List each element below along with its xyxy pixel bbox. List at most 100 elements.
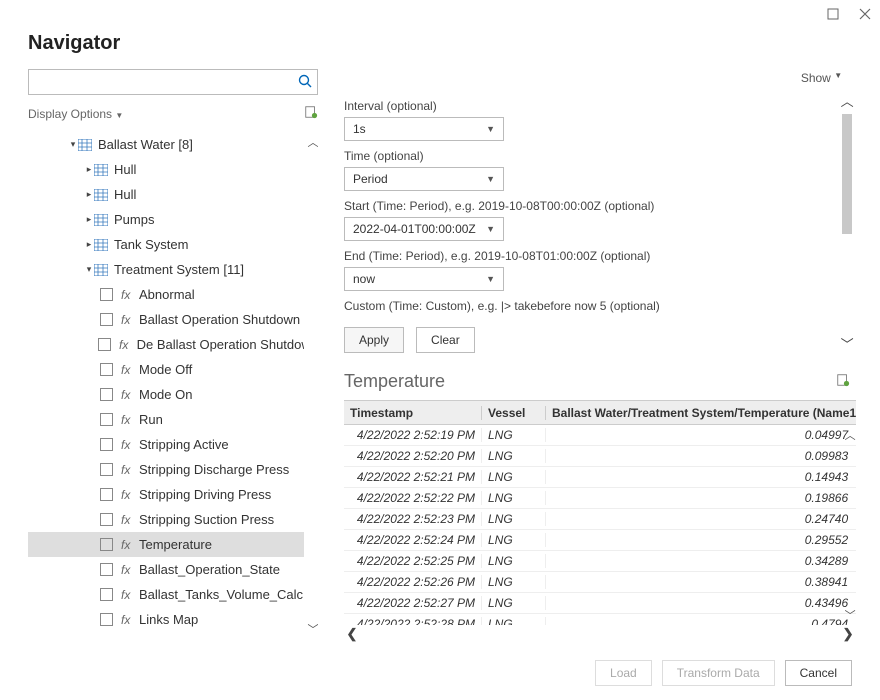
checkbox[interactable] bbox=[100, 513, 113, 526]
tree-leaf-abnormal[interactable]: fxAbnormal bbox=[28, 282, 318, 307]
fx-icon: fx bbox=[121, 538, 139, 552]
scroll-down-icon[interactable]: ﹀ bbox=[841, 334, 854, 353]
table-row[interactable]: 4/22/2022 2:52:21 PMLNG0.14943 bbox=[344, 467, 856, 488]
checkbox[interactable] bbox=[100, 538, 113, 551]
chevron-down-icon: ▼ bbox=[486, 174, 495, 184]
table-row[interactable]: 4/22/2022 2:52:19 PMLNG0.04997 bbox=[344, 425, 856, 446]
fx-icon: fx bbox=[121, 438, 139, 452]
checkbox[interactable] bbox=[100, 363, 113, 376]
refresh-icon[interactable] bbox=[836, 371, 850, 392]
fx-icon: fx bbox=[121, 288, 139, 302]
scroll-up-icon[interactable]: ︿ bbox=[308, 132, 319, 152]
fx-icon: fx bbox=[121, 313, 139, 327]
scroll-up-icon[interactable]: ︿ bbox=[845, 427, 856, 443]
tree-node-pumps[interactable]: ▸Pumps bbox=[28, 207, 318, 232]
grid-vertical-scrollbar[interactable]: ︿ ﹀ bbox=[842, 427, 858, 623]
tree-leaf-stripping-active[interactable]: fxStripping Active bbox=[28, 432, 318, 457]
table-row[interactable]: 4/22/2022 2:52:23 PMLNG0.24740 bbox=[344, 509, 856, 530]
grid-horizontal-scrollbar[interactable]: ❮ ❯ bbox=[344, 625, 856, 643]
table-row[interactable]: 4/22/2022 2:52:28 PMLNG0.4794 bbox=[344, 614, 856, 625]
time-combo[interactable]: Period▼ bbox=[344, 167, 504, 191]
scroll-down-icon[interactable]: ﹀ bbox=[308, 619, 319, 639]
time-label: Time (optional) bbox=[344, 149, 838, 163]
checkbox[interactable] bbox=[100, 613, 113, 626]
refresh-icon[interactable] bbox=[304, 105, 318, 122]
end-label: End (Time: Period), e.g. 2019-10-08T01:0… bbox=[344, 249, 838, 263]
clear-button[interactable]: Clear bbox=[416, 327, 475, 353]
tree-node-ballast-water[interactable]: ▾Ballast Water [8] bbox=[28, 132, 318, 157]
fx-icon: fx bbox=[121, 388, 139, 402]
page-title: Navigator bbox=[0, 28, 880, 69]
display-options-dropdown[interactable]: Display Options ▼ bbox=[28, 107, 123, 121]
chevron-down-icon: ▼ bbox=[486, 224, 495, 234]
fx-icon: fx bbox=[121, 413, 139, 427]
scroll-left-icon[interactable]: ❮ bbox=[344, 626, 360, 642]
table-row[interactable]: 4/22/2022 2:52:20 PMLNG0.09983 bbox=[344, 446, 856, 467]
checkbox[interactable] bbox=[100, 313, 113, 326]
column-header-value[interactable]: Ballast Water/Treatment System/Temperatu… bbox=[546, 406, 856, 420]
checkbox[interactable] bbox=[100, 413, 113, 426]
tree-leaf-ballast-op-shutdown[interactable]: fxBallast Operation Shutdown bbox=[28, 307, 318, 332]
tree-leaf-links-map[interactable]: fxLinks Map bbox=[28, 607, 318, 632]
column-header-timestamp[interactable]: Timestamp bbox=[344, 406, 482, 420]
tree-leaf-run[interactable]: fxRun bbox=[28, 407, 318, 432]
checkbox[interactable] bbox=[100, 463, 113, 476]
tree-leaf-ballast-op-state[interactable]: fxBallast_Operation_State bbox=[28, 557, 318, 582]
column-header-vessel[interactable]: Vessel bbox=[482, 406, 546, 420]
cancel-button[interactable]: Cancel bbox=[785, 660, 852, 686]
maximize-icon[interactable] bbox=[826, 7, 840, 21]
close-icon[interactable] bbox=[858, 7, 872, 21]
interval-combo[interactable]: 1s▼ bbox=[344, 117, 504, 141]
form-scrollbar[interactable]: ︿ ﹀ bbox=[838, 91, 856, 353]
chevron-down-icon: ▼ bbox=[486, 124, 495, 134]
table-icon bbox=[94, 164, 108, 176]
apply-button[interactable]: Apply bbox=[344, 327, 404, 353]
scroll-up-icon[interactable]: ︿ bbox=[841, 91, 854, 110]
show-dropdown[interactable]: Show ▼ bbox=[344, 69, 856, 91]
table-icon bbox=[94, 214, 108, 226]
fx-icon: fx bbox=[121, 588, 139, 602]
tree-leaf-de-ballast-op-shutdown[interactable]: fxDe Ballast Operation Shutdown bbox=[28, 332, 318, 357]
checkbox[interactable] bbox=[98, 338, 111, 351]
tree-node-hull2[interactable]: ▸Hull bbox=[28, 182, 318, 207]
checkbox[interactable] bbox=[100, 588, 113, 601]
start-label: Start (Time: Period), e.g. 2019-10-08T00… bbox=[344, 199, 838, 213]
checkbox[interactable] bbox=[100, 488, 113, 501]
tree-view[interactable]: ▾Ballast Water [8] ▸Hull ▸Hull ▸Pumps ▸T… bbox=[28, 132, 318, 639]
tree-leaf-mode-on[interactable]: fxMode On bbox=[28, 382, 318, 407]
data-grid[interactable]: Timestamp Vessel Ballast Water/Treatment… bbox=[344, 400, 856, 643]
scroll-down-icon[interactable]: ﹀ bbox=[845, 607, 856, 623]
tree-node-treatment-system[interactable]: ▾Treatment System [11] bbox=[28, 257, 318, 282]
tree-leaf-ballast-tanks-vol[interactable]: fxBallast_Tanks_Volume_Calc bbox=[28, 582, 318, 607]
tree-node-tank-system[interactable]: ▸Tank System bbox=[28, 232, 318, 257]
checkbox[interactable] bbox=[100, 288, 113, 301]
table-row[interactable]: 4/22/2022 2:52:24 PMLNG0.29552 bbox=[344, 530, 856, 551]
table-row[interactable]: 4/22/2022 2:52:22 PMLNG0.19866 bbox=[344, 488, 856, 509]
table-row[interactable]: 4/22/2022 2:52:25 PMLNG0.34289 bbox=[344, 551, 856, 572]
end-combo[interactable]: now▼ bbox=[344, 267, 504, 291]
load-button[interactable]: Load bbox=[595, 660, 652, 686]
scroll-right-icon[interactable]: ❯ bbox=[840, 626, 856, 642]
fx-icon: fx bbox=[121, 363, 139, 377]
tree-node-hull1[interactable]: ▸Hull bbox=[28, 157, 318, 182]
search-icon[interactable] bbox=[298, 74, 312, 93]
start-combo[interactable]: 2022-04-01T00:00:00Z▼ bbox=[344, 217, 504, 241]
checkbox[interactable] bbox=[100, 388, 113, 401]
table-icon bbox=[94, 239, 108, 251]
tree-scrollbar[interactable]: ︿ ﹀ bbox=[304, 132, 318, 639]
checkbox[interactable] bbox=[100, 563, 113, 576]
tree-leaf-temperature[interactable]: fxTemperature bbox=[28, 532, 318, 557]
fx-icon: fx bbox=[121, 613, 139, 627]
table-row[interactable]: 4/22/2022 2:52:26 PMLNG0.38941 bbox=[344, 572, 856, 593]
fx-icon: fx bbox=[121, 563, 139, 577]
table-icon bbox=[94, 264, 108, 276]
checkbox[interactable] bbox=[100, 438, 113, 451]
fx-icon: fx bbox=[121, 488, 139, 502]
search-input[interactable] bbox=[28, 69, 318, 95]
table-row[interactable]: 4/22/2022 2:52:27 PMLNG0.43496 bbox=[344, 593, 856, 614]
transform-data-button[interactable]: Transform Data bbox=[662, 660, 775, 686]
tree-leaf-stripping-suction[interactable]: fxStripping Suction Press bbox=[28, 507, 318, 532]
tree-leaf-stripping-driving[interactable]: fxStripping Driving Press bbox=[28, 482, 318, 507]
tree-leaf-mode-off[interactable]: fxMode Off bbox=[28, 357, 318, 382]
tree-leaf-stripping-discharge[interactable]: fxStripping Discharge Press bbox=[28, 457, 318, 482]
